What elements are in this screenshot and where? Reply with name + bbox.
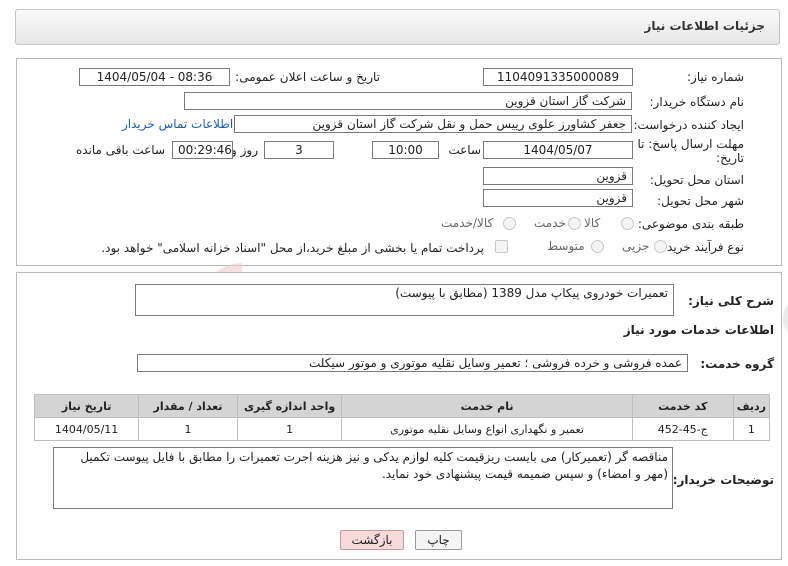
services-section-title: اطلاعات خدمات مورد نیاز [623,323,774,337]
cell-need-date: 1404/05/11 [33,417,140,441]
summary-textarea[interactable]: تعمیرات خودروی پیکاپ مدل 1389 (مطابق با … [135,284,674,316]
page-title: جزئیات اطلاعات نیاز [644,19,765,33]
buyer-org-field: شرکت گاز استان قزوین [184,92,632,110]
back-button[interactable]: بازگشت [340,530,404,550]
buyer-contact-link[interactable]: اطلاعات تماس خریدار [122,117,233,131]
remaining-time-label: ساعت باقی مانده [75,143,165,157]
city-label: شهر محل تحویل: [657,194,744,208]
province-label: استان محل تحویل: [649,173,744,187]
days-remaining-field: 3 [264,141,334,159]
col-service-name: نام خدمت [341,394,633,418]
buyer-notes-label: توضیحات خریدار: [672,473,774,487]
process-radio-medium[interactable] [591,240,604,253]
process-radio-minor[interactable] [654,240,667,253]
deadline-label: مهلت ارسال پاسخ: تا [637,137,744,151]
deadline-date-field: 1404/05/07 [483,141,633,159]
deadline-time-label: ساعت [448,143,481,157]
print-button[interactable]: چاپ [415,530,462,550]
summary-label: شرح کلی نیاز: [688,294,774,308]
creator-label: ایجاد کننده درخواست: [633,118,744,132]
need-info-panel [16,58,782,266]
process-type-label: نوع فرآیند خرید : [659,240,744,254]
header-bar: جزئیات اطلاعات نیاز [15,9,780,45]
services-table: تاریخ نیاز تعداد / مقدار واحد اندازه گیر… [33,394,771,441]
need-number-label: شماره نیاز: [687,70,744,84]
col-row: ردیف [732,394,771,418]
days-label: روز و [231,143,258,157]
process-option-minor: جزیی [622,239,650,253]
cell-unit: 1 [236,417,343,441]
cell-service-name: تعمیر و نگهداری انواع وسایل نقلیه موتوری [341,417,633,441]
buyer-notes-textarea[interactable]: مناقصه گر (تعمیرکار) می بایست ریزقیمت کل… [53,447,673,509]
announce-date-label: تاریخ و ساعت اعلان عمومی: [235,70,380,84]
treasury-payment-checkbox[interactable] [495,240,508,253]
category-option-service: خدمت [534,216,566,230]
service-group-label: گروه خدمت: [700,357,774,371]
deadline-time-field: 10:00 [372,141,439,159]
deadline-label-date: تاریخ: [716,151,744,165]
col-service-code: کد خدمت [631,394,734,418]
col-need-date: تاریخ نیاز [33,394,140,418]
category-option-goods: کالا [584,216,601,230]
category-option-goods-service: کالا/خدمت [441,216,494,230]
service-group-field: عمده فروشی و خرده فروشی ؛ تعمیر وسایل نق… [137,354,688,372]
need-number-field: 1104091335000089 [483,68,633,86]
remaining-time-field: 00:29:46 [172,141,233,159]
table-row: 1404/05/11 1 1 تعمیر و نگهداری انواع وسا… [33,417,771,441]
province-field: قزوین [483,167,633,185]
cell-row: 1 [732,417,771,441]
cell-service-code: ج-45-452 [631,417,734,441]
category-radio-service[interactable] [568,217,581,230]
col-unit: واحد اندازه گیری [236,394,343,418]
services-table-header: تاریخ نیاز تعداد / مقدار واحد اندازه گیر… [33,394,771,418]
col-quantity: تعداد / مقدار [138,394,238,418]
creator-field: جعفر کشاورز علوی رییس حمل و نقل شرکت گاز… [234,115,632,133]
treasury-payment-note: پرداخت تمام یا بخشی از مبلغ خرید،از محل … [101,241,484,255]
announce-date-field: 1404/05/04 - 08:36 [79,68,230,86]
process-option-medium: متوسط [547,239,585,253]
buyer-org-label: نام دستگاه خریدار: [649,95,745,109]
category-radio-goods[interactable] [621,217,634,230]
category-radio-goods-service[interactable] [503,217,516,230]
cell-quantity: 1 [138,417,238,441]
city-field: قزوین [483,189,633,207]
category-label: طبقه بندی موضوعی: [637,217,744,231]
